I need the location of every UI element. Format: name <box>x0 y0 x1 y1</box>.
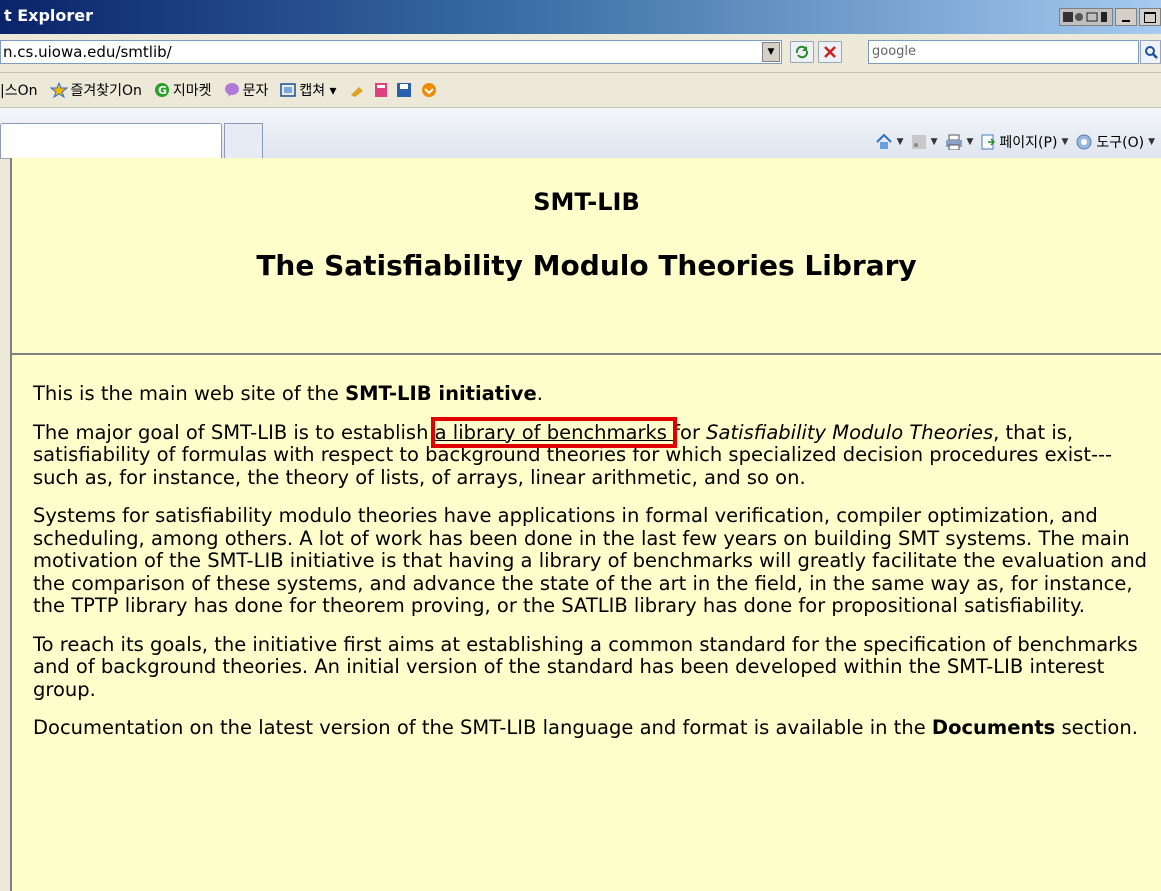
home-icon[interactable] <box>875 133 893 151</box>
page-body: This is the main web site of the SMT-LIB… <box>33 382 1153 756</box>
favorites-star-icon <box>49 82 68 98</box>
favorite-label: 캡쳐 ▾ <box>299 83 337 99</box>
stop-icon <box>824 46 836 58</box>
page-title: SMT-LIB <box>533 188 640 216</box>
page-header: SMT-LIB The Satisfiability Modulo Theori… <box>12 158 1161 355</box>
goal-paragraph: The major goal of SMT-LIB is to establis… <box>33 416 1153 490</box>
window-title: t Explorer <box>4 6 94 25</box>
tab-new[interactable] <box>224 123 263 158</box>
message-icon <box>224 83 239 97</box>
tab-current[interactable] <box>0 123 222 158</box>
intro-paragraph: This is the main web site of the SMT-LIB… <box>33 382 1153 406</box>
favorite-item-news[interactable]: |스On <box>0 80 38 100</box>
address-field[interactable]: n.cs.uiowa.edu/smtlib/ <box>0 40 782 64</box>
maximize-button[interactable] <box>1139 8 1161 26</box>
print-icon[interactable] <box>945 134 963 150</box>
search-icon <box>1144 46 1158 59</box>
documentation-paragraph: Documentation on the latest version of t… <box>33 716 1153 740</box>
command-bar: ▼ ▼ ▼ 페이지(P) ▼ 도구(O) ▼ <box>875 132 1159 152</box>
window-title-bar: t Explorer <box>0 0 1161 34</box>
favorite-item-capture[interactable]: 캡쳐 ▾ <box>280 80 337 100</box>
favorite-label: 지마켓 <box>172 83 212 99</box>
text: section. <box>1055 716 1138 739</box>
text: This is the main web site of the <box>33 382 346 405</box>
tray-icons-icon <box>1063 12 1107 22</box>
tools-dropdown-icon[interactable]: ▼ <box>1148 137 1155 147</box>
toolbar-extra-icons[interactable] <box>349 81 449 99</box>
tools-gear-icon <box>1076 134 1092 150</box>
minimize-button[interactable] <box>1115 8 1137 26</box>
web-page-content: SMT-LIB The Satisfiability Modulo Theori… <box>10 158 1161 891</box>
library-of-benchmarks-link[interactable]: a library of benchmarks <box>430 416 678 448</box>
gmarket-icon: G <box>154 83 169 97</box>
refresh-button[interactable] <box>790 41 814 63</box>
page-subtitle: The Satisfiability Modulo Theories Libra… <box>256 249 917 282</box>
favorite-label: 즐겨찾기On <box>70 83 142 99</box>
feeds-dropdown-icon[interactable]: ▼ <box>931 137 938 147</box>
page-icon <box>981 134 996 150</box>
tools-menu-button[interactable]: 도구(O) <box>1096 132 1144 152</box>
home-dropdown-icon[interactable]: ▼ <box>897 137 904 147</box>
favorite-item-message[interactable]: 문자 <box>224 80 269 100</box>
address-dropdown-button[interactable]: ▼ <box>762 42 780 62</box>
feeds-icon[interactable] <box>911 134 927 150</box>
favorite-item-gmarket[interactable]: G 지마켓 <box>154 80 212 100</box>
address-row: n.cs.uiowa.edu/smtlib/ ▼ google <box>0 34 1161 73</box>
smt-italic: Satisfiability Modulo Theories <box>706 420 994 444</box>
initiative-bold: SMT-LIB initiative <box>345 382 537 405</box>
systems-paragraph: Systems for satisfiability modulo theori… <box>33 504 1148 617</box>
documents-link[interactable]: Documents <box>932 716 1055 739</box>
favorites-bar: |스On 즐겨찾기On G 지마켓 문자 캡쳐 ▾ <box>0 73 1161 108</box>
page-menu-button[interactable]: 페이지(P) <box>999 132 1057 152</box>
refresh-icon <box>795 45 809 59</box>
tab-row: ▼ ▼ ▼ 페이지(P) ▼ 도구(O) ▼ <box>0 108 1161 159</box>
search-input[interactable]: google <box>868 40 1139 64</box>
taskbar-icons[interactable] <box>1059 8 1113 26</box>
svg-text:G: G <box>158 84 167 97</box>
favorite-label: |스On <box>0 83 38 99</box>
page-dropdown-icon[interactable]: ▼ <box>1061 137 1068 147</box>
stop-button[interactable] <box>818 41 842 63</box>
text: . <box>536 382 543 405</box>
goals-paragraph: To reach its goals, the initiative first… <box>33 632 1138 701</box>
favorite-label: 문자 <box>242 83 269 99</box>
search-button[interactable] <box>1140 40 1161 64</box>
text: Documentation on the latest version of t… <box>33 716 932 739</box>
text: for <box>673 420 707 444</box>
text: The major goal of SMT-LIB is to establis… <box>33 420 435 444</box>
print-dropdown-icon[interactable]: ▼ <box>967 137 974 147</box>
capture-icon <box>280 83 297 97</box>
window-controls <box>1059 8 1161 28</box>
toolbar-tools-icon <box>350 83 436 97</box>
favorite-item-favorites[interactable]: 즐겨찾기On <box>49 80 142 100</box>
